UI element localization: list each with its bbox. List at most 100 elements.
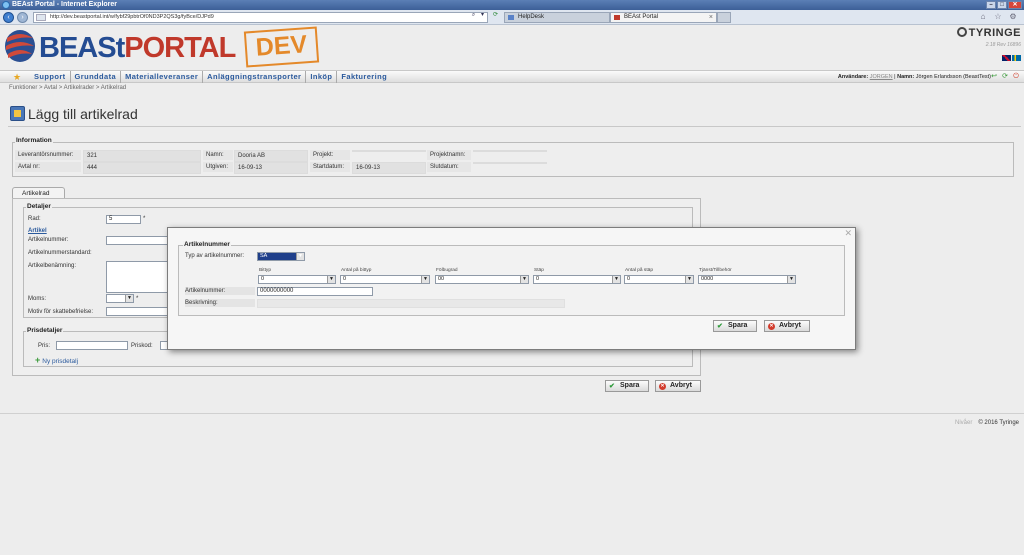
- chevron-down-icon: ▼: [787, 276, 795, 283]
- moms-select[interactable]: ▼: [106, 294, 134, 303]
- menu-item-grunddata[interactable]: Grunddata: [71, 71, 122, 83]
- address-bar[interactable]: http://dev.beastportal.int/w/fybf29pbtrO…: [33, 12, 488, 23]
- browser-toolbar: ‹ › http://dev.beastportal.int/w/fybf29p…: [0, 10, 1024, 25]
- menu-items: Support Grunddata Materialleveranser Anl…: [30, 71, 391, 83]
- brand-text: TYRINGE: [968, 27, 1021, 39]
- typ-select[interactable]: SA ▼: [257, 252, 305, 261]
- modal-cancel-button[interactable]: ✕ Avbryt: [764, 320, 810, 332]
- bittyp-label: Bittyp: [259, 268, 271, 273]
- close-window-button[interactable]: ✕: [1008, 1, 1022, 9]
- artikel-link[interactable]: Artikel: [28, 227, 47, 235]
- window-titlebar: BEAst Portal - Internet Explorer – □ ✕: [0, 0, 1024, 10]
- checkmark-icon: ✔: [609, 383, 615, 390]
- user-info: Användare: JORGEN | Namn: Jörgen Erlands…: [838, 71, 991, 83]
- avtal-label: Avtal nr:: [15, 162, 81, 172]
- bittyp-select[interactable]: 0 ▼: [258, 275, 336, 284]
- antal-stap-label: Antal på stäp: [625, 268, 654, 273]
- back-arrow-icon[interactable]: ‹: [3, 12, 14, 23]
- artikelnummer-label: Artikelnummer:: [185, 287, 255, 295]
- language-flags: [1002, 55, 1021, 61]
- menu-item-materialleveranser[interactable]: Materialleveranser: [121, 71, 204, 83]
- breadcrumb: Funktioner > Avtal > Artikelrader > Arti…: [9, 85, 127, 91]
- artikelnummer-legend: Artikelnummer: [183, 241, 231, 248]
- priskod-label: Priskod:: [131, 343, 153, 349]
- stap-value: 0: [536, 276, 540, 282]
- search-icon[interactable]: ⌕: [469, 11, 478, 20]
- chevron-down-icon: ▼: [296, 253, 304, 260]
- close-icon[interactable]: ✕: [844, 229, 852, 238]
- address-url: http://dev.beastportal.int/w/fybf29pbtrO…: [50, 14, 214, 20]
- tjanst-label: Tjänst/Tillbehör: [699, 268, 732, 273]
- modal-save-button[interactable]: ✔ Spara: [713, 320, 757, 332]
- cancel-x-icon: ✕: [768, 323, 775, 330]
- ny-prisdetalj-link[interactable]: + Ny prisdetalj: [35, 355, 78, 365]
- save-label: Spara: [620, 382, 640, 389]
- menu-item-fakturering[interactable]: Fakturering: [337, 71, 391, 83]
- checkmark-icon: ✔: [717, 323, 723, 330]
- projektnamn-value: [473, 150, 547, 152]
- back-arrow-icon[interactable]: ↩: [990, 73, 998, 81]
- antal-stap-select[interactable]: 0 ▼: [624, 275, 694, 284]
- cancel-button[interactable]: ✕ Avbryt: [655, 380, 701, 392]
- modal-cancel-label: Avbryt: [779, 322, 801, 329]
- forward-arrow-icon[interactable]: ›: [17, 12, 28, 23]
- stap-select[interactable]: 0 ▼: [533, 275, 621, 284]
- projekt-label: Projekt:: [310, 150, 350, 160]
- motiv-input[interactable]: [106, 307, 168, 316]
- menu-icons: ↩ ⟳ ⏻: [990, 73, 1020, 81]
- favorites-star-icon[interactable]: ★: [13, 71, 21, 83]
- pris-label: Pris:: [38, 343, 50, 349]
- name-label: Namn:: [897, 74, 915, 80]
- close-tab-icon[interactable]: ×: [709, 13, 713, 22]
- pris-input[interactable]: [56, 341, 128, 350]
- menu-item-support[interactable]: Support: [30, 71, 71, 83]
- tjanst-select[interactable]: 0000 ▼: [698, 275, 796, 284]
- slutdatum-value: [473, 162, 547, 164]
- folbugrad-select[interactable]: 00 ▼: [435, 275, 529, 284]
- startdatum-value: 16-09-13: [352, 162, 426, 174]
- ie-icon: [2, 1, 10, 9]
- minimize-button[interactable]: –: [986, 1, 996, 9]
- sweden-flag-icon[interactable]: [1012, 55, 1021, 61]
- window-title: BEAst Portal - Internet Explorer: [12, 1, 118, 8]
- utgiven-label: Utgiven:: [203, 162, 233, 172]
- save-button[interactable]: ✔ Spara: [605, 380, 649, 392]
- dropdown-arrow-icon[interactable]: ▾: [478, 11, 487, 20]
- logout-icon[interactable]: ⏻: [1012, 73, 1020, 81]
- tab-label: HelpDesk: [518, 14, 545, 20]
- refresh-icon[interactable]: ⟳: [491, 11, 500, 20]
- home-icon[interactable]: ⌂: [978, 12, 988, 22]
- chevron-down-icon: ▼: [520, 276, 528, 283]
- moms-label: Moms:: [28, 296, 46, 302]
- artikelbenamning-label: Artikelbenämning:: [28, 263, 77, 269]
- settings-gear-icon[interactable]: ⚙: [1008, 12, 1018, 22]
- menu-item-anlaggningstransporter[interactable]: Anläggningstransporter: [203, 71, 307, 83]
- new-tab-button[interactable]: [717, 12, 731, 23]
- tab-beast-portal[interactable]: BEAst Portal ×: [610, 12, 717, 23]
- required-mark: *: [143, 216, 146, 222]
- artikelnummer-input[interactable]: 0000000000: [257, 287, 373, 296]
- footer-divider: [0, 413, 1024, 414]
- artikelnummer-dialog: ✕ Artikelnummer Typ av artikelnummer: SA…: [167, 227, 856, 350]
- maximize-button[interactable]: □: [997, 1, 1007, 9]
- favorites-star-icon[interactable]: ☆: [993, 12, 1003, 22]
- ny-prisdetalj-label: Ny prisdetalj: [42, 358, 79, 365]
- rad-input[interactable]: 5: [106, 215, 141, 224]
- motiv-label: Motiv för skattebefrielse:: [28, 309, 94, 315]
- leverantorsnummer-label: Leverantörsnummer:: [15, 150, 81, 160]
- tab-helpdesk[interactable]: HelpDesk: [504, 12, 610, 23]
- refresh-icon[interactable]: ⟳: [1001, 73, 1009, 81]
- user-id[interactable]: JORGEN: [870, 74, 893, 80]
- artikelbenamning-textarea[interactable]: [106, 261, 168, 293]
- artikelnummer-input[interactable]: [106, 236, 168, 245]
- antal-bittyp-select[interactable]: 0 ▼: [340, 275, 430, 284]
- namn-value: Dooria AB: [234, 150, 308, 162]
- cancel-x-icon: ✕: [659, 383, 666, 390]
- tab-page-icon: [508, 15, 514, 20]
- logo-beast-text: BEASt: [39, 32, 125, 64]
- tab-label: BEAst Portal: [624, 14, 659, 20]
- uk-flag-icon[interactable]: [1002, 55, 1011, 61]
- menu-item-inkop[interactable]: Inköp: [306, 71, 338, 83]
- modal-save-label: Spara: [728, 322, 748, 329]
- title-divider: [8, 126, 1021, 127]
